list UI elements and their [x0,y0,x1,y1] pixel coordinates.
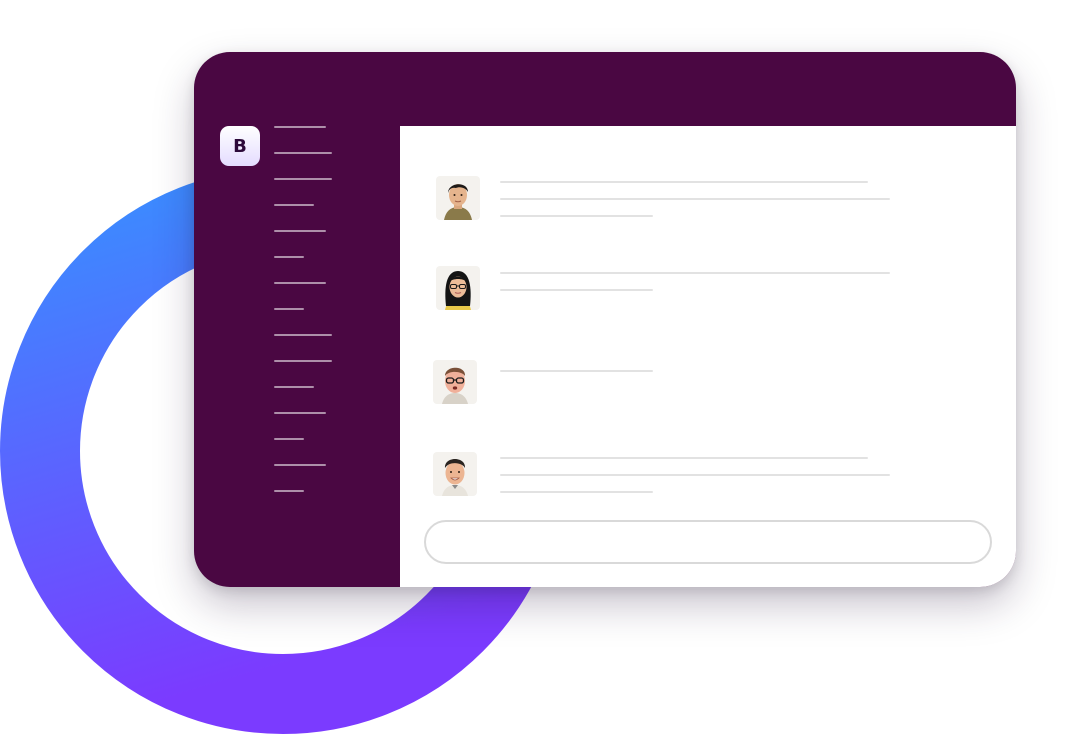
message-item [400,266,1016,314]
sidebar-item[interactable] [274,412,326,414]
message-line [500,491,653,493]
sidebar-item[interactable] [274,464,326,466]
woman-glasses-avatar-icon[interactable] [436,266,480,310]
message-line [500,289,653,291]
sidebar-item[interactable] [274,230,326,232]
chat-app-window: B [194,52,1016,587]
message-line [500,457,868,459]
sidebar-item[interactable] [274,152,332,154]
sidebar-item[interactable] [274,360,332,362]
sidebar-item[interactable] [274,490,304,492]
sidebar-item[interactable] [274,438,304,440]
sidebar-item[interactable] [274,204,314,206]
man-glasses-avatar-icon[interactable] [433,360,477,404]
sidebar-item[interactable] [274,308,304,310]
message-item [400,176,1016,224]
man-smiling-avatar-icon[interactable] [433,452,477,496]
message-line [500,198,890,200]
sidebar-item[interactable] [274,334,332,336]
man-dark-hair-avatar-icon[interactable] [436,176,480,220]
message-line [500,370,653,372]
sidebar-item[interactable] [274,126,326,128]
hero-illustration: B [0,0,1076,734]
sidebar-item[interactable] [274,386,314,388]
sidebar-item[interactable] [274,256,304,258]
message-line [500,474,890,476]
sidebar-item[interactable] [274,178,332,180]
message-pane [400,126,1016,587]
message-composer-input[interactable] [424,520,992,564]
workspace-switcher-button[interactable]: B [220,126,260,166]
message-line [500,272,890,274]
sidebar-item[interactable] [274,282,326,284]
message-item [400,360,1016,408]
message-item [400,452,1016,500]
message-line [500,215,653,217]
message-line [500,181,868,183]
